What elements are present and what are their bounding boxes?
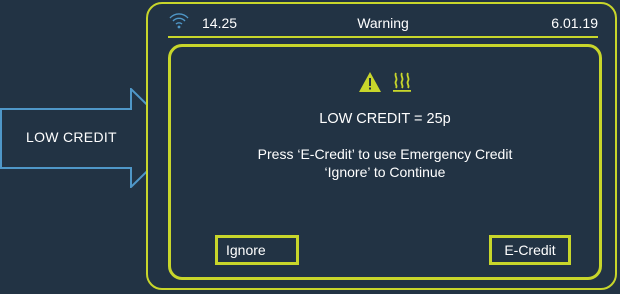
dialog-heading: LOW CREDIT = 25p: [319, 111, 451, 127]
status-divider: [168, 36, 598, 38]
e-credit-button[interactable]: E-Credit: [489, 235, 571, 265]
warning-triangle-icon: [358, 71, 382, 98]
ignore-button[interactable]: Ignore: [215, 235, 299, 265]
device-screen: 14.25 Warning 6.01.19 LOW CREDIT = 25p P…: [146, 2, 617, 290]
status-date: 6.01.19: [551, 15, 598, 31]
heating-icon: [392, 71, 412, 98]
dialog-message: Press ‘E-Credit’ to use Emergency Credit…: [171, 145, 599, 181]
scene: LOW CREDIT 14.25 Warning 6.01.19 LOW CRE…: [0, 0, 620, 294]
dialog-message-line2: ‘Ignore’ to Continue: [324, 164, 446, 180]
status-title: Warning: [357, 15, 409, 31]
dialog-message-line1: Press ‘E-Credit’ to use Emergency Credit: [257, 146, 513, 162]
callout-label: LOW CREDIT: [26, 129, 117, 145]
dialog-icons: [171, 71, 599, 95]
status-bar: 14.25 Warning 6.01.19: [168, 10, 598, 34]
warning-dialog: LOW CREDIT = 25p Press ‘E-Credit’ to use…: [168, 44, 602, 280]
